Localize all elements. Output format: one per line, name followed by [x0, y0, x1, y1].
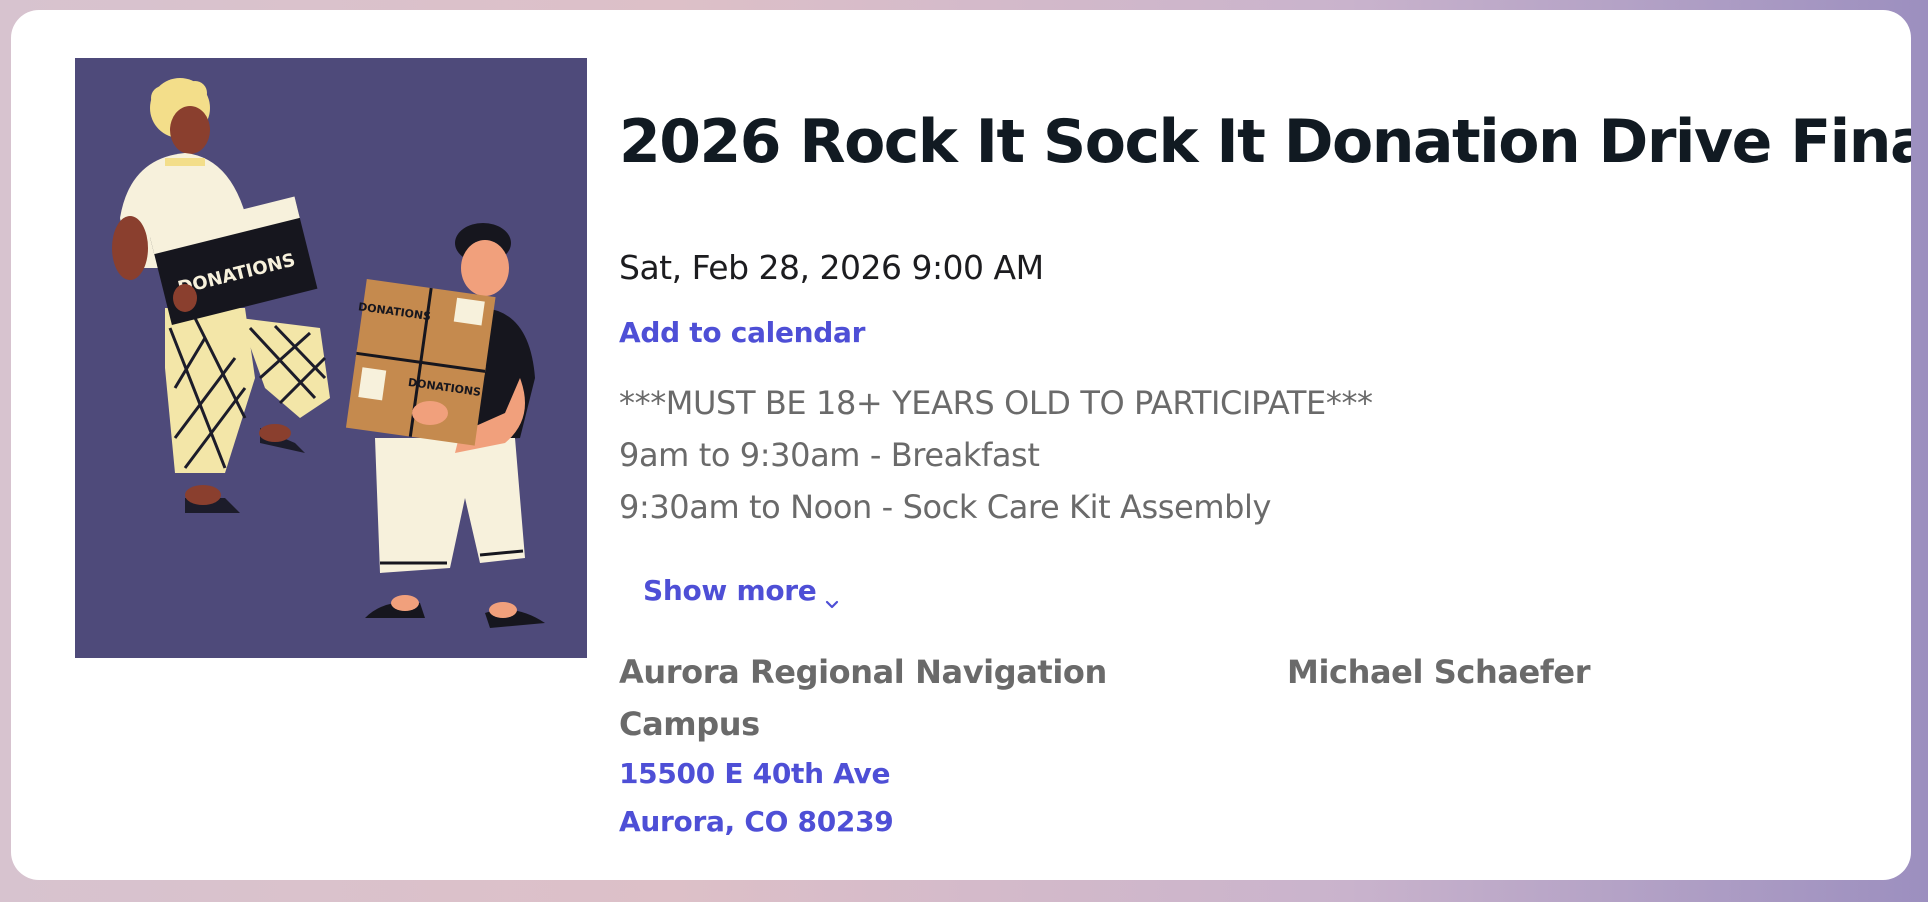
- venue-name: Aurora Regional Navigation Campus: [619, 653, 1107, 743]
- description-line: 9am to 9:30am - Breakfast: [619, 436, 1040, 474]
- venue-address-line1-link[interactable]: 15500 E 40th Ave: [619, 757, 890, 790]
- venue-address-line2-link[interactable]: Aurora, CO 80239: [619, 805, 894, 838]
- description-line: ***MUST BE 18+ YEARS OLD TO PARTICIPATE*…: [619, 384, 1373, 422]
- venue-block: Aurora Regional Navigation Campus 15500 …: [619, 646, 1159, 846]
- description-line: 9:30am to Noon - Sock Care Kit Assembly: [619, 488, 1272, 526]
- add-to-calendar-link[interactable]: Add to calendar: [619, 313, 865, 353]
- event-card: DONATIONS DONATIONS DONATIONS 2026 Rock …: [11, 10, 1911, 880]
- event-datetime: Sat, Feb 28, 2026 9:00 AM: [619, 248, 1044, 287]
- chevron-down-icon: [824, 583, 840, 609]
- event-description: ***MUST BE 18+ YEARS OLD TO PARTICIPATE*…: [619, 377, 1719, 533]
- organizer-name: Michael Schaefer: [1287, 653, 1591, 691]
- show-more-label: Show more: [643, 574, 817, 607]
- venue-address: 15500 E 40th Ave Aurora, CO 80239: [619, 750, 1159, 846]
- event-title: 2026 Rock It Sock It Donation Drive Fina…: [619, 107, 1911, 177]
- event-illustration: DONATIONS DONATIONS DONATIONS: [75, 58, 587, 658]
- show-more-button[interactable]: Show more: [643, 571, 840, 611]
